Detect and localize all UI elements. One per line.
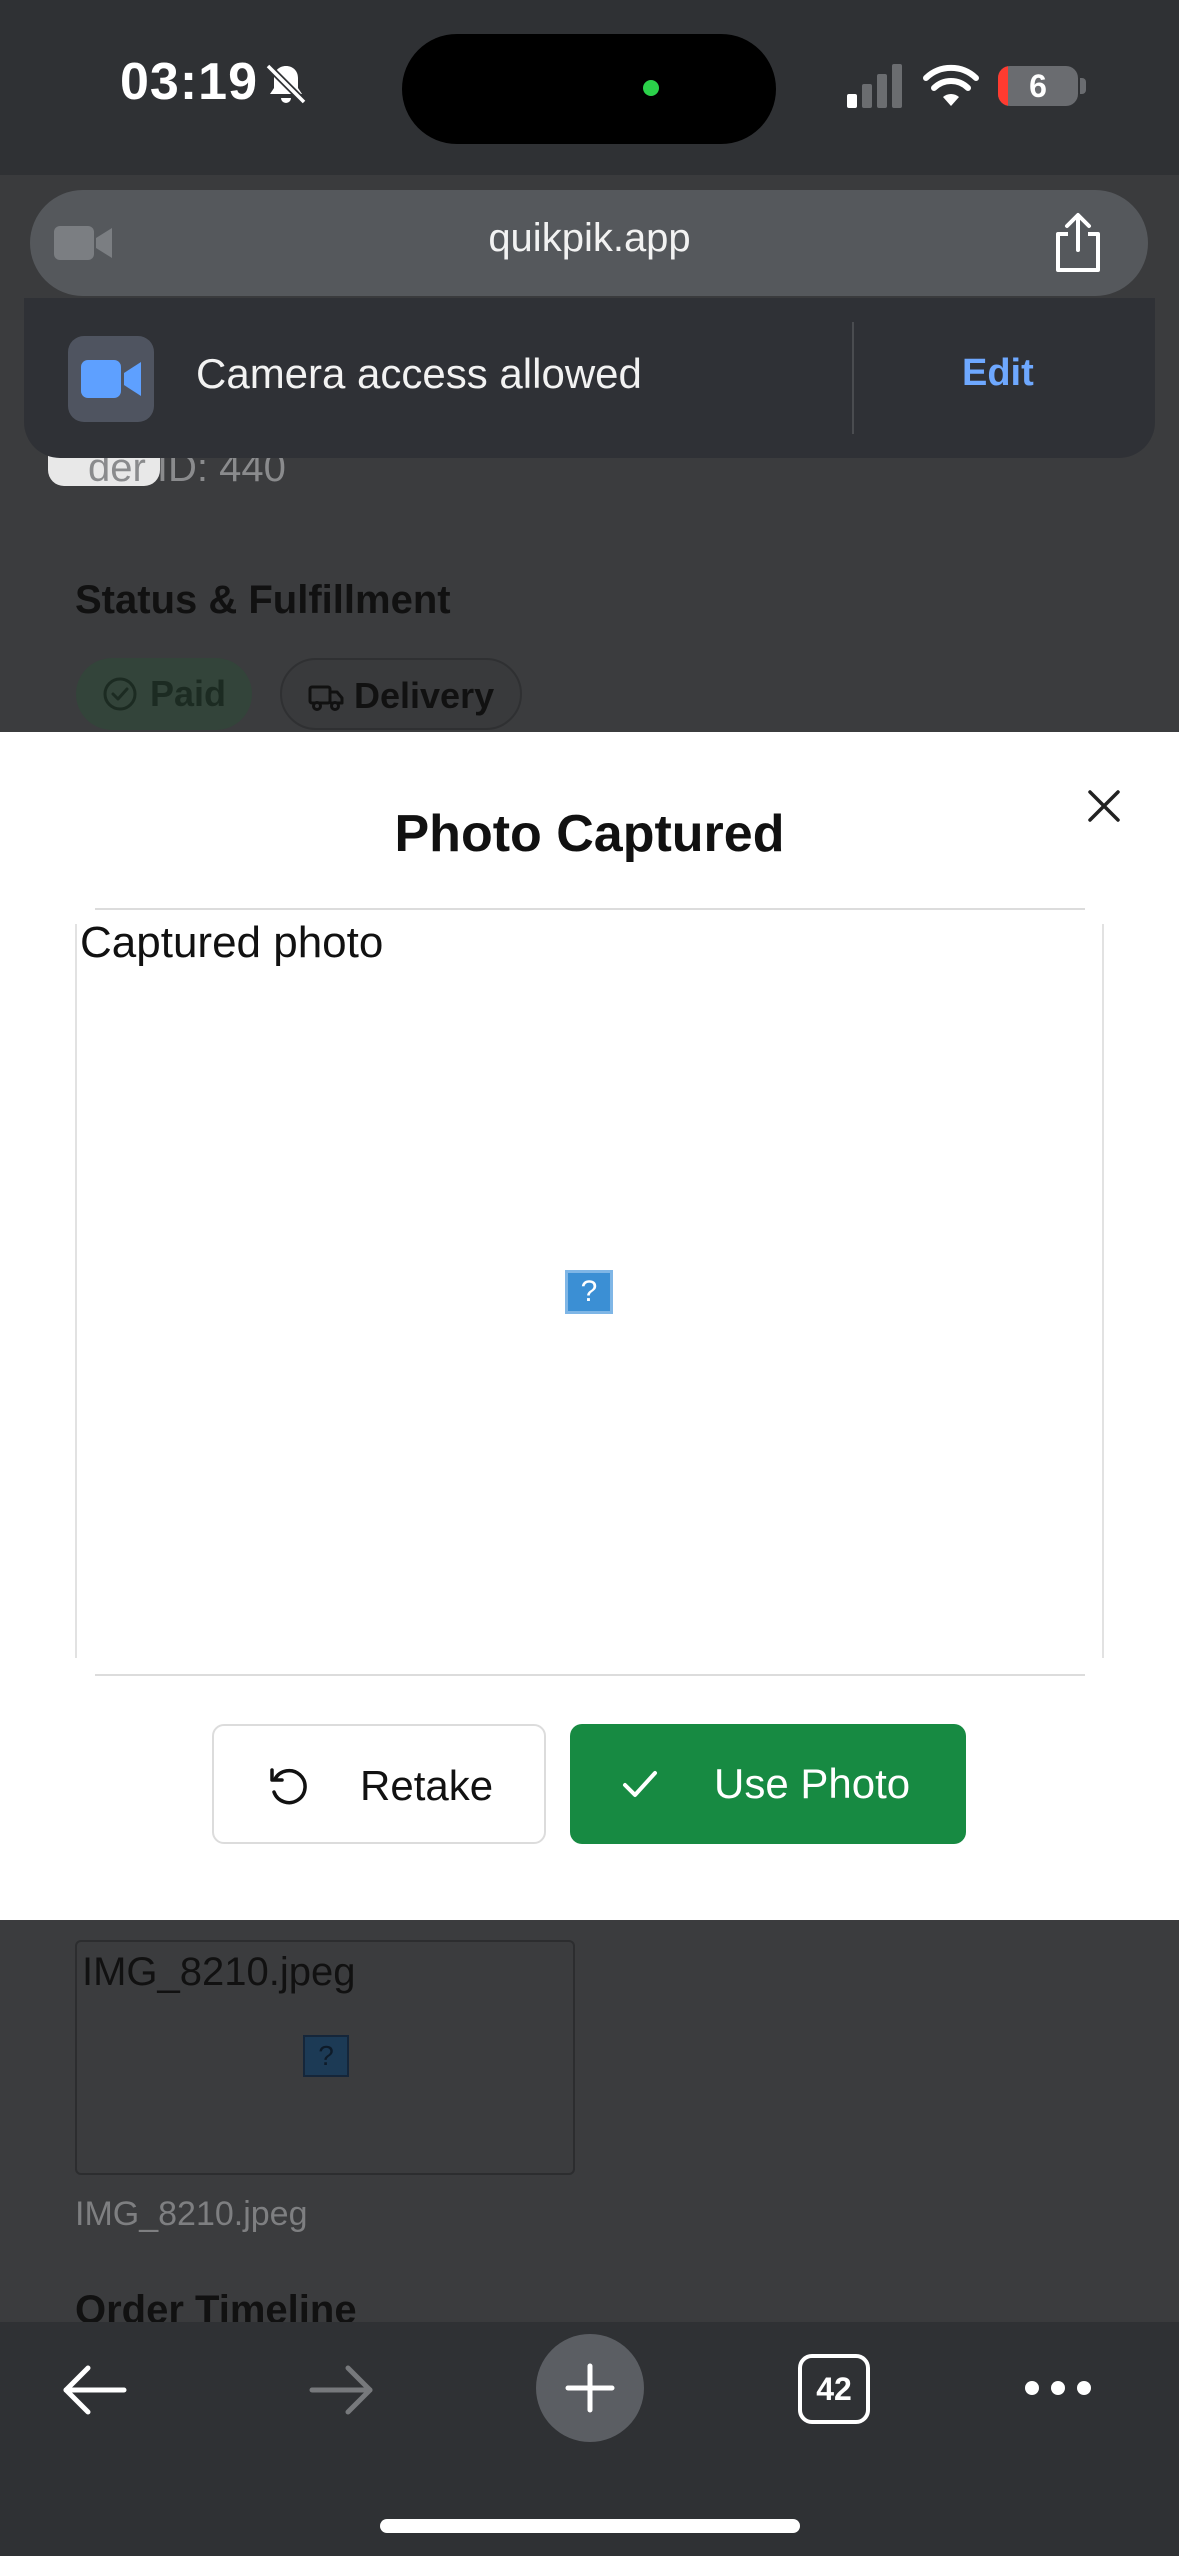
status-badge-delivery: Delivery — [280, 658, 522, 730]
signal-icon — [847, 64, 902, 108]
use-photo-button[interactable]: Use Photo — [570, 1724, 966, 1844]
battery-level: 6 — [1029, 68, 1047, 104]
battery-indicator: 6 — [998, 66, 1078, 106]
dynamic-island — [402, 34, 776, 144]
modal-title: Photo Captured — [394, 805, 785, 863]
close-icon[interactable] — [1082, 784, 1126, 828]
wifi-icon — [923, 64, 979, 106]
retake-button[interactable]: Retake — [212, 1724, 546, 1844]
battery-nub — [1080, 78, 1086, 94]
new-tab-button[interactable] — [536, 2334, 644, 2442]
status-time: 03:19 — [120, 53, 258, 111]
check-circle-icon — [103, 677, 137, 711]
bell-slash-icon — [265, 63, 307, 105]
photo-border-right — [1102, 924, 1104, 1658]
plus-icon — [565, 2363, 615, 2413]
share-icon[interactable] — [1050, 212, 1106, 274]
check-icon — [623, 1771, 657, 1797]
status-heading: Status & Fulfillment — [75, 578, 451, 622]
banner-divider — [852, 322, 854, 434]
retake-label: Retake — [360, 1762, 494, 1809]
attachment-filename: IMG_8210.jpeg — [75, 2195, 308, 2233]
tab-switcher-button[interactable]: 42 — [798, 2354, 870, 2424]
use-photo-label: Use Photo — [714, 1760, 911, 1807]
rotate-ccw-icon — [270, 1768, 307, 1805]
url-text[interactable]: quikpik.app — [0, 216, 1179, 261]
arrow-left-icon[interactable] — [60, 2362, 130, 2418]
arrow-right-icon[interactable] — [306, 2362, 376, 2418]
photo-border-left — [75, 924, 77, 1658]
photo-alt-text: Captured photo — [80, 918, 384, 967]
broken-image-icon: ? — [303, 2035, 349, 2077]
photo-divider-bottom — [95, 1674, 1085, 1676]
ellipsis-icon[interactable] — [1022, 2376, 1094, 2400]
home-indicator — [380, 2519, 800, 2533]
paid-label: Paid — [150, 673, 227, 714]
photo-divider-top — [95, 908, 1085, 910]
status-badge-paid: Paid — [76, 658, 252, 730]
camera-app-icon — [68, 336, 154, 422]
truck-icon — [308, 685, 344, 711]
broken-image-icon: ? — [565, 1270, 613, 1314]
edit-permission-button[interactable]: Edit — [962, 352, 1034, 395]
photo-captured-modal: Photo Captured Captured photo ? Retake U… — [0, 732, 1179, 1920]
camera-indicator-dot — [643, 80, 659, 96]
attachment-alt-text: IMG_8210.jpeg — [82, 1950, 356, 1994]
camera-access-text: Camera access allowed — [196, 350, 642, 397]
delivery-label: Delivery — [354, 675, 495, 716]
video-camera-icon — [81, 360, 141, 398]
